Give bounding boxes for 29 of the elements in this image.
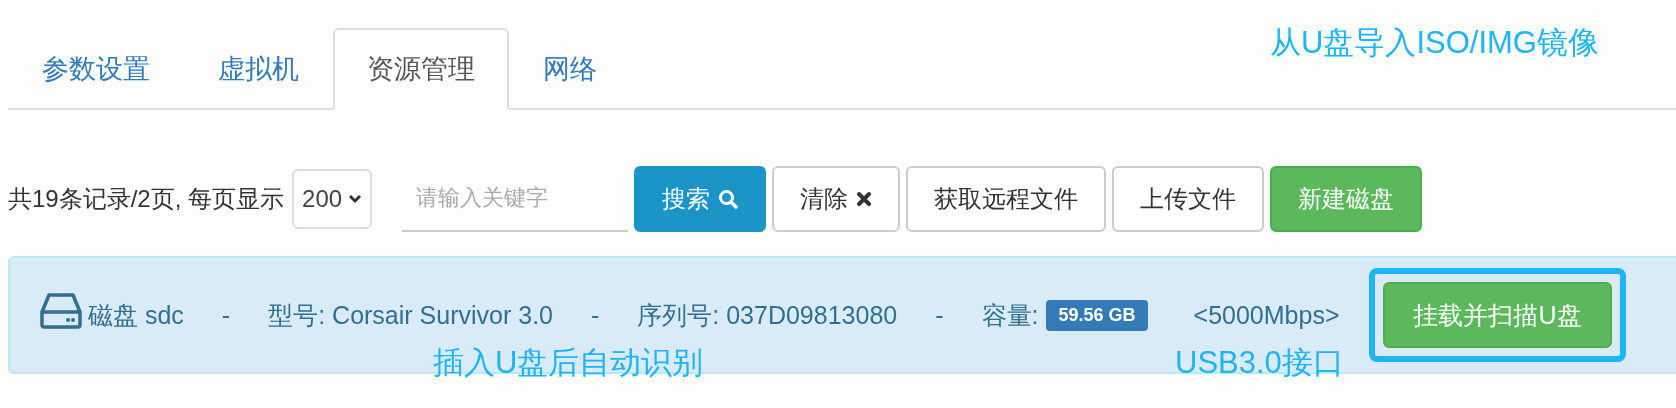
separator: - [221, 300, 231, 330]
toolbar-button[interactable]: 搜索 [634, 166, 767, 232]
close-icon [856, 191, 873, 207]
toolbar-button[interactable]: 获取远程文件 [906, 166, 1107, 232]
disk-serial: 序列号: 037D09813080 [637, 299, 898, 331]
annotation-text: 从U盘导入ISO/IMG镜像 [1270, 24, 1599, 62]
disk-speed: <5000Mbps> [1193, 300, 1340, 330]
capacity-label: 容量: [981, 299, 1039, 331]
annotation-text: USB3.0接口 [1175, 344, 1344, 382]
toolbar-button[interactable]: 上传文件 [1112, 166, 1265, 232]
separator: - [935, 300, 944, 330]
tab[interactable]: 资源管理 [333, 28, 509, 110]
mount-scan-button[interactable]: 挂载并扫描U盘 [1383, 282, 1612, 348]
tab[interactable]: 虚拟机 [184, 28, 333, 110]
tab[interactable]: 网络 [509, 28, 631, 110]
search-icon [718, 189, 739, 209]
capacity-badge: 59.56 GB [1046, 299, 1148, 331]
toolbar-button[interactable]: 新建磁盘 [1270, 166, 1423, 232]
toolbar-button[interactable]: 清除 [772, 166, 901, 232]
hard-drive-icon [40, 292, 82, 330]
page-size-select[interactable]: 200 [292, 169, 373, 229]
annotation-text: 插入U盘后自动识别 [433, 344, 704, 382]
tab[interactable]: 参数设置 [8, 28, 184, 110]
search-field[interactable]: 请输入关键字 [402, 166, 629, 232]
separator: - [591, 300, 600, 330]
disk-model: 型号: Corsair Survivor 3.0 [268, 299, 553, 331]
disk-name: 磁盘 sdc [88, 299, 184, 331]
record-summary: 共19条记录/2页, 每页显示 [8, 184, 285, 214]
chevron-down-icon [348, 194, 363, 204]
